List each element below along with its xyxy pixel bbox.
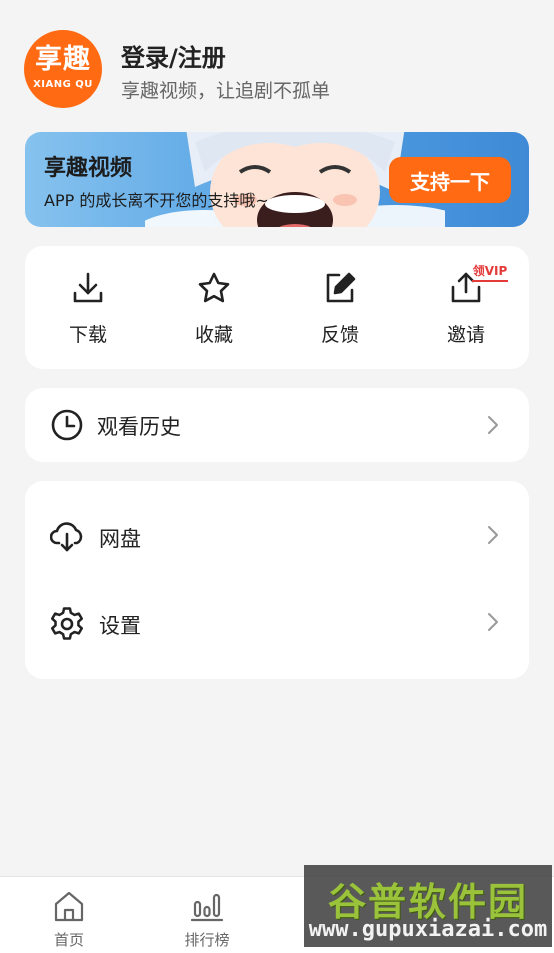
quick-action-label: 反馈 <box>320 324 359 346</box>
clock-icon <box>51 409 83 441</box>
chevron-right-icon <box>488 526 498 544</box>
logo-main-text: 享趣 <box>35 44 91 75</box>
watermark-url: www.gupuxiazai.com <box>308 917 548 942</box>
menu-item-settings[interactable]: 设置 <box>25 587 529 661</box>
home-icon <box>54 891 84 922</box>
tab-home[interactable]: 首页 <box>0 877 138 953</box>
download-icon <box>73 272 103 303</box>
history-label: 观看历史 <box>97 415 181 439</box>
history-row[interactable]: 观看历史 <box>25 388 529 462</box>
menu-item-label: 设置 <box>99 614 141 638</box>
chevron-right-icon <box>488 613 498 631</box>
quick-action-favorites[interactable]: 收藏 <box>151 246 277 369</box>
edit-icon <box>326 272 356 303</box>
cloud-download-icon <box>50 522 83 552</box>
quick-action-label: 邀请 <box>446 324 485 346</box>
quick-action-download[interactable]: 下载 <box>25 246 151 369</box>
banner-text: APP 的成长离不开您的支持哦~ <box>44 191 269 210</box>
quick-action-label: 收藏 <box>194 324 233 346</box>
support-banner[interactable]: 享趣视频 APP 的成长离不开您的支持哦~ 支持一下 <box>25 132 529 227</box>
login-register-link[interactable]: 登录/注册 <box>121 38 226 73</box>
support-button[interactable]: 支持一下 <box>389 157 511 203</box>
vip-badge: 领VIP <box>472 260 508 282</box>
profile-subtitle: 享趣视频，让追剧不孤单 <box>121 80 331 102</box>
tab-ranking[interactable]: 排行榜 <box>138 877 276 953</box>
menu-card: 网盘 设置 <box>25 481 529 679</box>
watermark: 谷普软件园 www.gupuxiazai.com <box>304 865 552 947</box>
banner-title: 享趣视频 <box>44 156 133 181</box>
menu-item-label: 网盘 <box>99 527 141 551</box>
quick-action-label: 下载 <box>68 324 107 346</box>
logo-sub-text: XIANG QU <box>33 79 93 90</box>
tab-label: 排行榜 <box>184 931 230 949</box>
app-logo: 享趣 XIANG QU <box>24 30 102 108</box>
tab-label: 首页 <box>53 931 84 949</box>
quick-actions-card: 下载 收藏 反馈 邀请 领VIP <box>25 246 529 369</box>
quick-action-feedback[interactable]: 反馈 <box>277 246 403 369</box>
star-icon <box>198 272 230 303</box>
chevron-right-icon <box>488 416 498 434</box>
menu-item-cloud-drive[interactable]: 网盘 <box>25 500 529 574</box>
profile-header[interactable]: 享趣 XIANG QU 登录/注册 享趣视频，让追剧不孤单 <box>24 30 524 108</box>
ranking-icon <box>190 893 224 922</box>
quick-action-invite[interactable]: 邀请 <box>403 246 529 369</box>
history-card: 观看历史 <box>25 388 529 462</box>
gear-icon <box>50 607 83 640</box>
